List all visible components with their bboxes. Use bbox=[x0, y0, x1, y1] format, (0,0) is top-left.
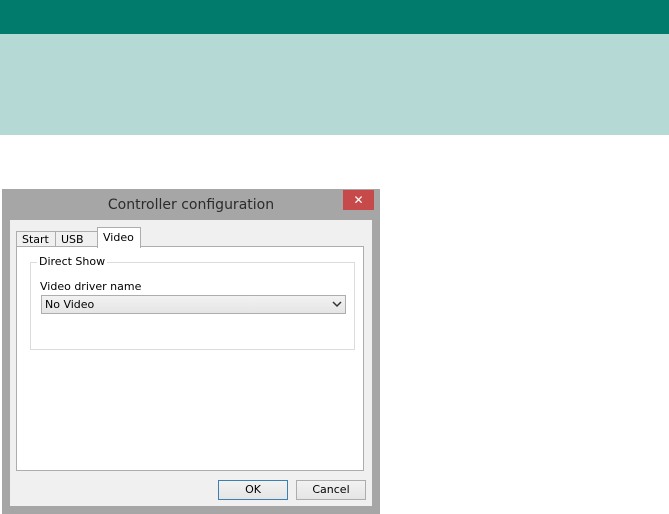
video-driver-select[interactable]: No Video bbox=[41, 295, 346, 314]
tab-start[interactable]: Start bbox=[16, 231, 56, 246]
cancel-button[interactable]: Cancel bbox=[296, 480, 366, 500]
tab-video[interactable]: Video bbox=[97, 227, 141, 248]
video-tab-panel: Direct Show Video driver name No Video bbox=[16, 246, 364, 471]
top-banner bbox=[0, 0, 669, 34]
ok-button[interactable]: OK bbox=[218, 480, 288, 500]
dialog-title: Controller configuration bbox=[107, 197, 275, 213]
close-icon: ✕ bbox=[353, 193, 364, 207]
controller-configuration-dialog: Controller configuration ✕ Start USB Vid… bbox=[2, 189, 380, 514]
group-label: Direct Show bbox=[37, 255, 108, 268]
direct-show-group: Direct Show Video driver name No Video bbox=[30, 256, 355, 350]
close-button[interactable]: ✕ bbox=[343, 190, 374, 210]
tab-usb[interactable]: USB bbox=[55, 231, 98, 246]
sub-banner bbox=[0, 34, 669, 135]
dialog-client-area: Start USB Video Direct Show Video driver… bbox=[10, 220, 372, 506]
video-driver-label: Video driver name bbox=[40, 280, 142, 293]
chevron-down-icon bbox=[332, 301, 342, 308]
video-driver-value: No Video bbox=[45, 298, 95, 311]
